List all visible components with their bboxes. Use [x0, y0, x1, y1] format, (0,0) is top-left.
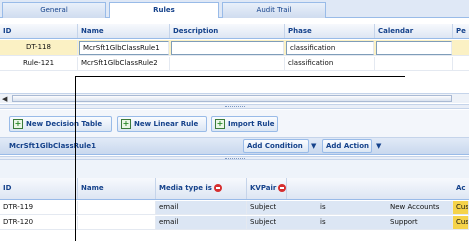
plus-icon: +	[121, 119, 131, 129]
cell-kv-operator[interactable]: is	[317, 201, 387, 214]
rule-toolbar: + New Decision Table + New Linear Rule + Im…	[0, 110, 469, 138]
col-header-pe[interactable]: Pe	[453, 24, 469, 38]
cell-media[interactable]: email	[156, 201, 247, 214]
button-label: New Linear Rule	[134, 120, 199, 128]
tab-audit-trail[interactable]: Audit Trail	[222, 2, 326, 18]
cell-name: McrSft1GlbClassRule2	[78, 57, 170, 70]
col-header-description[interactable]: Description	[170, 24, 285, 38]
table-row[interactable]: DTR-119 email Subject is New Accounts Cu…	[0, 201, 469, 215]
col-header-action[interactable]: Ac	[453, 178, 469, 199]
cell-kv-value[interactable]: New Accounts	[387, 201, 453, 214]
col-header-label: Media type is	[159, 184, 212, 192]
cell-kv-key[interactable]: Subject	[247, 201, 317, 214]
tab-rules[interactable]: Rules	[109, 2, 219, 19]
col-header-name[interactable]: Name	[78, 24, 170, 38]
cell-calendar-editor[interactable]	[376, 41, 452, 55]
rule-title: McrSft1GlbClassRule1	[9, 142, 97, 150]
panel-splitter[interactable]	[0, 104, 469, 109]
cell-id: DT-118	[0, 40, 78, 55]
cell-description	[170, 57, 285, 70]
cell-calendar	[375, 57, 453, 70]
button-label: Import Rule	[228, 120, 275, 128]
table-row[interactable]: DT-118 McrSft1GlbClassRule1 classificati…	[0, 40, 469, 56]
col-header-calendar[interactable]: Calendar	[375, 24, 453, 38]
remove-condition-icon[interactable]	[213, 184, 222, 192]
cell-id: DTR-120	[0, 216, 78, 229]
col-header-id[interactable]: ID	[0, 178, 78, 199]
grid-spacer	[0, 160, 469, 178]
add-condition-dropdown-icon[interactable]: ▼	[311, 142, 316, 150]
cell-kv-value[interactable]: Support	[387, 216, 453, 229]
col-header-label: KVPair	[250, 184, 277, 192]
cell-kv-key[interactable]: Subject	[247, 216, 317, 229]
rules-grid: ID Name Description Phase Calendar Pe DT…	[0, 18, 469, 118]
plus-icon: +	[13, 119, 23, 129]
cell-id: DTR-119	[0, 201, 78, 214]
table-row[interactable]: Rule-121 McrSft1GlbClassRule2 classifica…	[0, 57, 469, 71]
add-action-button[interactable]: Add Action	[322, 139, 372, 153]
rules-grid-header: ID Name Description Phase Calendar Pe	[0, 24, 469, 39]
cell-id: Rule-121	[0, 57, 78, 70]
cell-action[interactable]: Cus	[453, 201, 469, 214]
col-header-media-type[interactable]: Media type is	[156, 178, 247, 199]
cell-media[interactable]: email	[156, 216, 247, 229]
new-linear-rule-button[interactable]: + New Linear Rule	[117, 116, 207, 132]
scrollbar-thumb[interactable]	[12, 95, 452, 102]
table-row[interactable]: DTR-120 email Subject is Support Cus	[0, 216, 469, 230]
cell-phase: classification	[285, 57, 375, 70]
rule-title-bar: McrSft1GlbClassRule1 Add Condition ▼ Add…	[0, 138, 469, 155]
remove-condition-icon[interactable]	[278, 184, 287, 192]
splitter-grip-icon	[224, 106, 245, 108]
plus-icon: +	[215, 119, 225, 129]
add-action-dropdown-icon[interactable]: ▼	[376, 142, 381, 150]
cell-kv-operator[interactable]: is	[317, 216, 387, 229]
cell-phase-editor[interactable]: classification	[286, 41, 374, 55]
new-decision-table-button[interactable]: + New Decision Table	[9, 116, 112, 132]
decision-grid-header: ID Name Media type is KVPair Ac	[0, 178, 469, 200]
import-rule-button[interactable]: + Import Rule	[211, 116, 278, 132]
scroll-left-icon[interactable]: ◀	[2, 95, 10, 103]
col-header-phase[interactable]: Phase	[285, 24, 375, 38]
decision-table-grid: ID Name Media type is KVPair Ac DTR-119 …	[0, 160, 469, 241]
cursor-line-horizontal	[75, 76, 405, 77]
col-header-name[interactable]: Name	[78, 178, 156, 199]
horizontal-scrollbar[interactable]: ◀	[0, 93, 469, 103]
cursor-line	[75, 76, 76, 241]
tab-general[interactable]: General	[2, 2, 106, 18]
cell-action[interactable]: Cus	[453, 216, 469, 229]
add-condition-button[interactable]: Add Condition	[243, 139, 309, 153]
col-header-id[interactable]: ID	[0, 24, 78, 38]
cell-name	[78, 201, 156, 214]
cell-name-editor[interactable]: McrSft1GlbClassRule1	[79, 41, 169, 55]
col-header-kvpair[interactable]: KVPair	[247, 178, 288, 199]
tab-bar: General Rules Audit Trail	[0, 0, 469, 19]
cell-description-editor[interactable]	[171, 41, 284, 55]
button-label: New Decision Table	[26, 120, 103, 128]
cell-name	[78, 216, 156, 229]
